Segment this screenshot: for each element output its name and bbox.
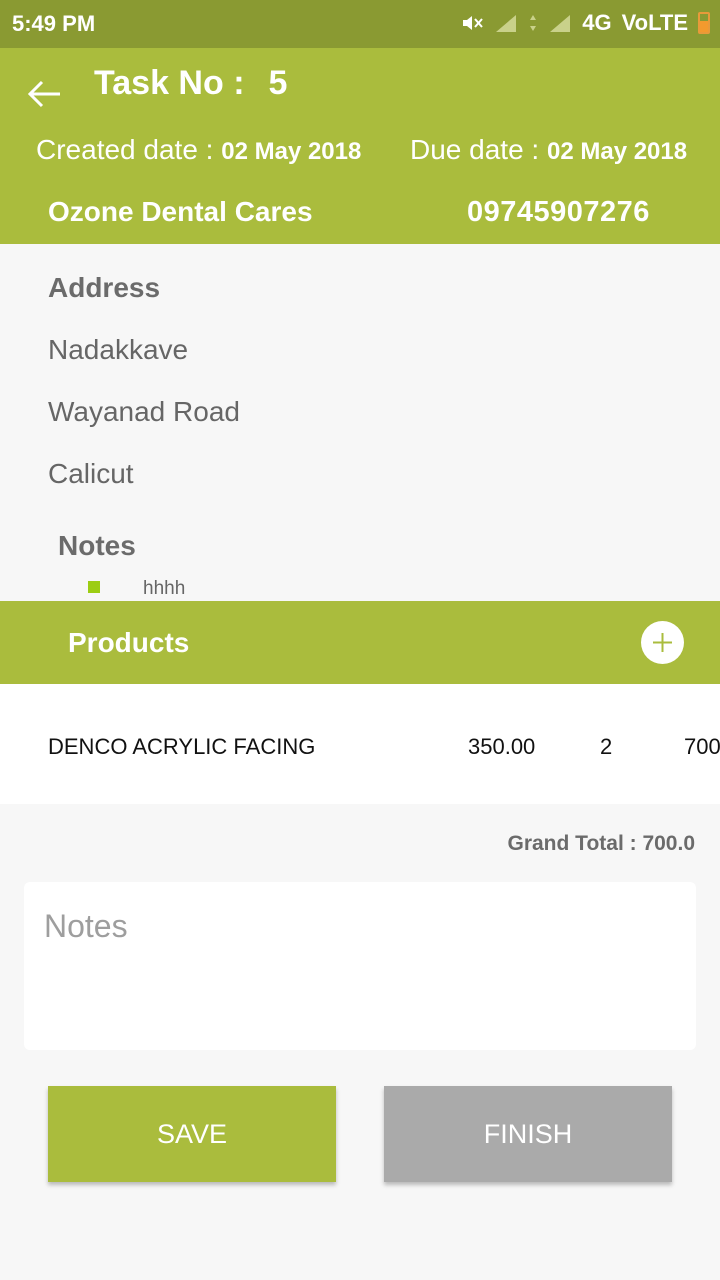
due-date-value: 02 May 2018: [546, 138, 688, 165]
notes-input[interactable]: [24, 882, 696, 1050]
address-line: Wayanad Road: [48, 396, 240, 427]
products-title: Products: [68, 627, 190, 658]
address-label: Address: [48, 272, 161, 303]
products-header: Products: [0, 601, 720, 684]
network-type: 4G: [582, 10, 612, 35]
volte-label: VoLTE: [621, 10, 688, 35]
notes-label: Notes: [58, 530, 136, 561]
task-number: 5: [268, 64, 288, 102]
task-title: Task No : 5: [94, 64, 287, 103]
battery-icon: [698, 12, 710, 34]
product-total: 700: [684, 734, 720, 759]
save-button[interactable]: SAVE: [48, 1086, 336, 1182]
due-date-label: Due date :: [410, 134, 540, 165]
finish-button[interactable]: FINISH: [384, 1086, 672, 1182]
product-quantity: 2: [600, 734, 613, 759]
address-line: Nadakkave: [48, 334, 189, 365]
note-item: hhhh: [143, 578, 186, 599]
created-date-value: 02 May 2018: [221, 138, 362, 165]
created-date: Created date : 02 May 2018: [36, 134, 361, 166]
back-arrow-icon[interactable]: [24, 74, 64, 114]
signal-icon: [550, 15, 571, 32]
task-header: Task No : 5 Created date : 02 May 2018 D…: [0, 48, 720, 244]
bullet-icon: [88, 581, 100, 593]
product-name: DENCO ACRYLIC FACING: [48, 734, 316, 759]
product-row[interactable]: DENCO ACRYLIC FACING 350.00 2 700: [0, 684, 720, 804]
mute-icon: [463, 16, 483, 30]
grand-total: Grand Total : 700.0: [507, 832, 696, 855]
product-price: 350.00: [468, 734, 536, 759]
plus-icon: [653, 633, 672, 652]
phone-number[interactable]: 09745907276: [467, 196, 650, 229]
company-name: Ozone Dental Cares: [48, 196, 313, 227]
signal-icon: [496, 15, 517, 32]
data-arrows-icon: [530, 15, 537, 31]
created-date-label: Created date :: [36, 134, 214, 165]
add-product-button[interactable]: [641, 621, 684, 664]
address-line: Calicut: [48, 458, 134, 489]
task-label: Task No :: [94, 64, 245, 102]
status-time: 5:49 PM: [12, 11, 96, 36]
status-bar: 5:49 PM 4G VoLTE: [0, 0, 720, 48]
due-date: Due date : 02 May 2018: [410, 134, 687, 166]
status-icons: 4G VoLTE: [460, 10, 710, 36]
